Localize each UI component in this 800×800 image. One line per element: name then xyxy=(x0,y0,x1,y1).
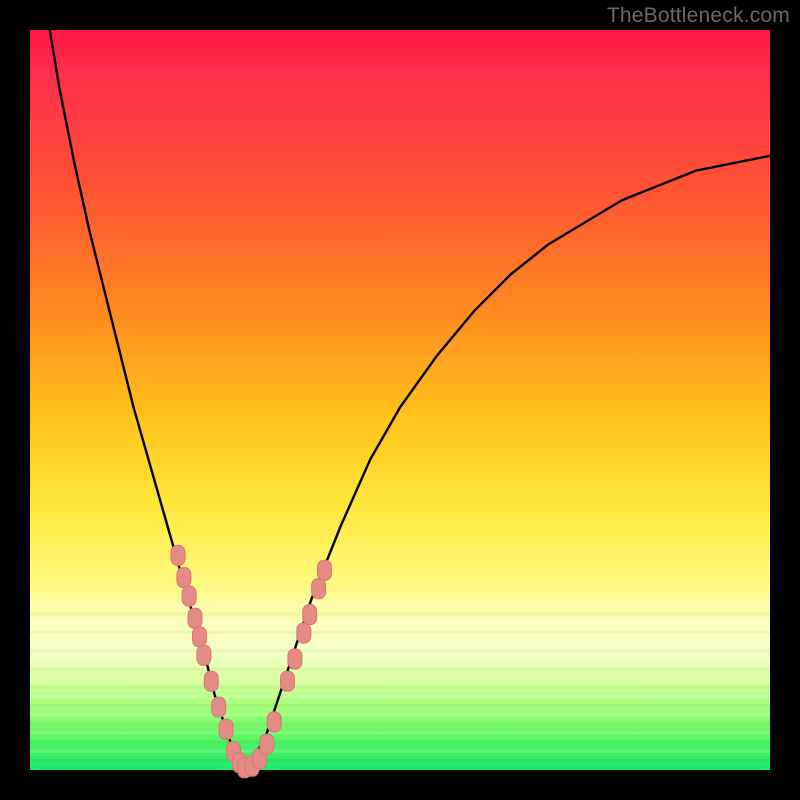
watermark-text: TheBottleneck.com xyxy=(607,4,790,28)
plot-area xyxy=(30,30,770,770)
chart-svg xyxy=(30,30,770,770)
curve-marker xyxy=(297,623,311,643)
curve-marker xyxy=(219,719,233,739)
curve-marker xyxy=(288,649,302,669)
curve-marker xyxy=(197,645,211,665)
curve-marker xyxy=(303,605,317,625)
curve-marker xyxy=(182,586,196,606)
curve-marker xyxy=(281,671,295,691)
curve-marker xyxy=(212,697,226,717)
curve-marker xyxy=(312,579,326,599)
curve-marker xyxy=(204,671,218,691)
chart-frame: TheBottleneck.com xyxy=(0,0,800,800)
bottleneck-curve xyxy=(30,0,770,770)
curve-marker xyxy=(193,627,207,647)
curve-marker xyxy=(318,560,332,580)
curve-marker xyxy=(188,608,202,628)
curve-marker xyxy=(171,545,185,565)
curve-marker xyxy=(177,568,191,588)
lower-bands xyxy=(30,604,770,762)
curve-marker xyxy=(260,734,274,754)
curve-marker xyxy=(267,712,281,732)
